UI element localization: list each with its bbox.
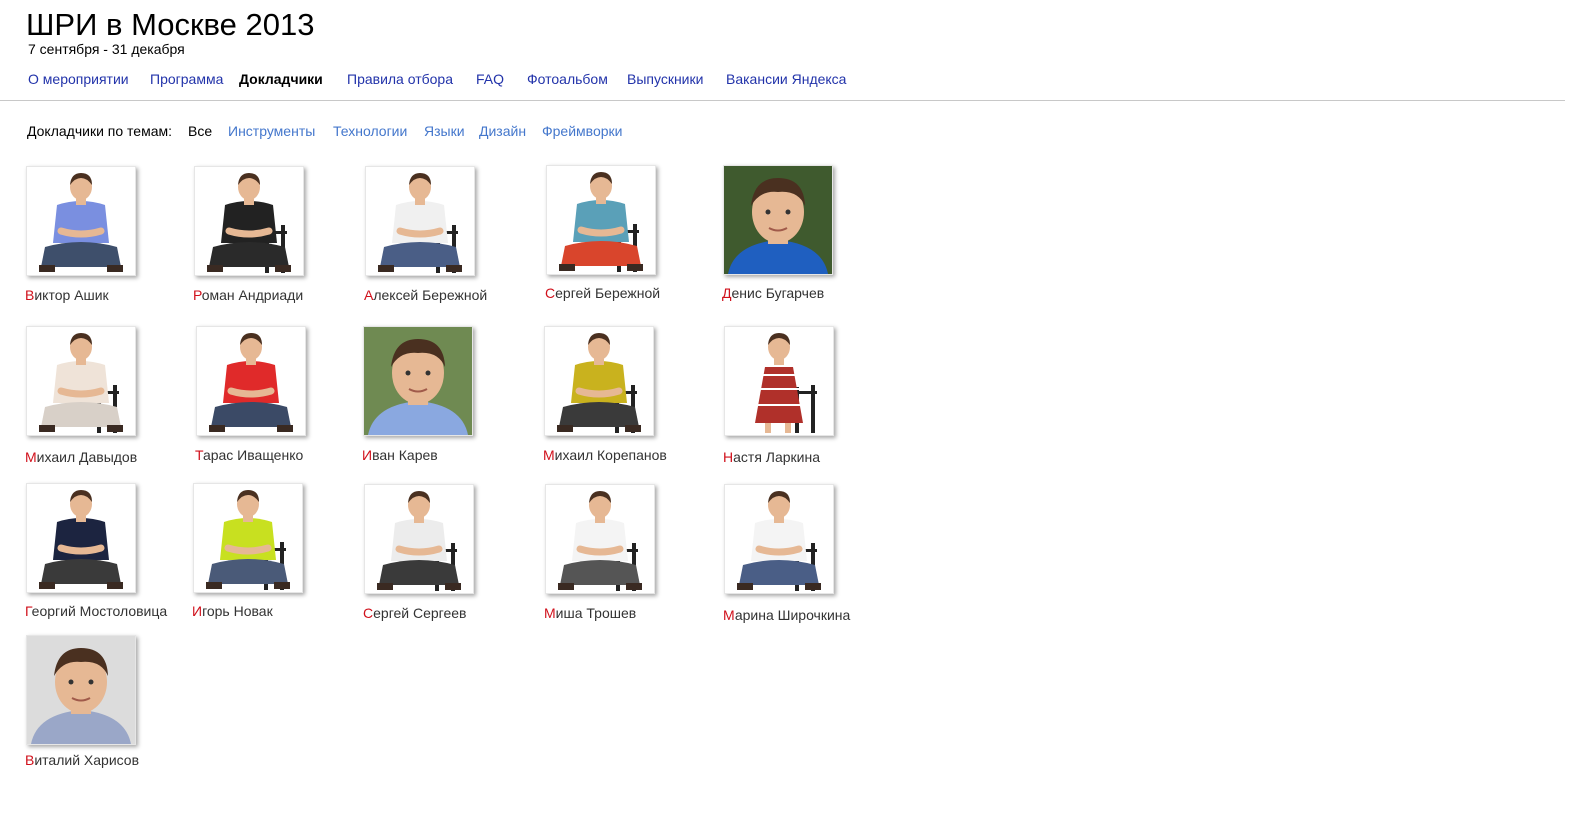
speaker-name[interactable]: Сергей Бережной bbox=[545, 285, 660, 301]
nav-item-about[interactable]: О мероприятии bbox=[28, 70, 129, 88]
speaker-name-rest: италий Харисов bbox=[34, 752, 140, 768]
filter-all: Все bbox=[188, 123, 213, 139]
filters-label: Докладчики по темам: bbox=[27, 123, 173, 139]
speaker-name-initial: Т bbox=[195, 447, 203, 463]
speaker-card[interactable]: Алексей Бережной bbox=[364, 166, 539, 306]
speaker-card[interactable]: Георгий Мостоловица bbox=[25, 483, 200, 623]
speaker-name[interactable]: Георгий Мостоловица bbox=[25, 603, 167, 619]
speaker-photo[interactable] bbox=[193, 483, 303, 593]
nav-item-faq[interactable]: FAQ bbox=[476, 70, 504, 88]
speaker-card[interactable]: Сергей Бережной bbox=[545, 165, 720, 305]
speaker-name-rest: оман Андриади bbox=[201, 287, 304, 303]
filter-design[interactable]: Дизайн bbox=[479, 122, 526, 140]
filter-technologies[interactable]: Технологии bbox=[333, 122, 407, 140]
speaker-photo[interactable] bbox=[196, 326, 306, 436]
speaker-name[interactable]: Роман Андриади bbox=[193, 287, 303, 303]
filter-tools[interactable]: Инструменты bbox=[228, 122, 315, 140]
speaker-name[interactable]: Алексей Бережной bbox=[364, 287, 487, 303]
nav-item-graduates[interactable]: Выпускники bbox=[627, 70, 703, 88]
speaker-card[interactable]: Настя Ларкина bbox=[723, 326, 898, 466]
speaker-name-initial: С bbox=[545, 285, 556, 301]
speaker-photo[interactable] bbox=[724, 484, 834, 594]
speaker-name-initial: Р bbox=[193, 287, 202, 303]
speaker-card[interactable]: Виталий Харисов bbox=[25, 635, 200, 775]
event-dates: 7 сентября - 31 декабря bbox=[28, 41, 185, 57]
speaker-name-rest: иктор Ашик bbox=[34, 287, 109, 303]
speaker-card[interactable]: Михаил Давыдов bbox=[25, 326, 200, 466]
speaker-photo[interactable] bbox=[363, 326, 473, 436]
speaker-name-rest: ван Карев bbox=[372, 447, 438, 463]
speaker-name-rest: астя Ларкина bbox=[733, 449, 821, 465]
speaker-photo[interactable] bbox=[26, 483, 136, 593]
speaker-photo[interactable] bbox=[546, 165, 656, 275]
speaker-name-rest: арина Широчкина bbox=[734, 607, 851, 623]
speaker-name[interactable]: Виталий Харисов bbox=[25, 752, 139, 768]
speaker-card[interactable]: Марина Широчкина bbox=[723, 484, 898, 624]
speaker-name[interactable]: Сергей Сергеев bbox=[363, 605, 466, 621]
speaker-name-initial: А bbox=[364, 287, 374, 303]
speaker-name-initial: В bbox=[25, 752, 35, 768]
speaker-photo[interactable] bbox=[26, 166, 136, 276]
speaker-name[interactable]: Настя Ларкина bbox=[723, 449, 820, 465]
speaker-photo[interactable] bbox=[544, 326, 654, 436]
speaker-photo[interactable] bbox=[194, 166, 304, 276]
nav-item-selection-rules[interactable]: Правила отбора bbox=[347, 70, 453, 88]
speaker-card[interactable]: Миша Трошев bbox=[544, 484, 719, 624]
speaker-name-initial: С bbox=[363, 605, 374, 621]
speaker-card[interactable]: Тарас Иващенко bbox=[195, 326, 370, 466]
speaker-photo[interactable] bbox=[365, 166, 475, 276]
speaker-name[interactable]: Тарас Иващенко bbox=[195, 447, 303, 463]
speaker-name-rest: иша Трошев bbox=[555, 605, 637, 621]
speaker-photo[interactable] bbox=[26, 326, 136, 436]
speaker-name[interactable]: Игорь Новак bbox=[192, 603, 273, 619]
speaker-name[interactable]: Виктор Ашик bbox=[25, 287, 109, 303]
site-title: ШРИ в Москве 2013 bbox=[26, 7, 315, 42]
speaker-name[interactable]: Марина Широчкина bbox=[723, 607, 850, 623]
speaker-photo[interactable] bbox=[26, 635, 136, 745]
filter-languages[interactable]: Языки bbox=[424, 122, 465, 140]
speaker-name-rest: ергей Сергеев bbox=[373, 605, 467, 621]
speaker-name[interactable]: Иван Карев bbox=[362, 447, 438, 463]
speaker-card[interactable]: Сергей Сергеев bbox=[363, 484, 538, 624]
speaker-name[interactable]: Миша Трошев bbox=[544, 605, 636, 621]
speaker-name-initial: Г bbox=[25, 603, 32, 619]
speaker-photo[interactable] bbox=[364, 484, 474, 594]
speaker-name-rest: арас Иващенко bbox=[202, 447, 304, 463]
speaker-name[interactable]: Михаил Корепанов bbox=[543, 447, 667, 463]
speaker-name[interactable]: Денис Бугарчев bbox=[722, 285, 824, 301]
speaker-name-initial: М bbox=[723, 607, 735, 623]
speaker-card[interactable]: Иван Карев bbox=[362, 326, 537, 466]
speaker-name-initial: В bbox=[25, 287, 35, 303]
speaker-name-initial: М bbox=[544, 605, 556, 621]
speaker-name-rest: енис Бугарчев bbox=[731, 285, 825, 301]
speaker-name-initial: И bbox=[362, 447, 373, 463]
speaker-card[interactable]: Роман Андриади bbox=[193, 166, 368, 306]
speaker-card[interactable]: Игорь Новак bbox=[192, 483, 367, 623]
speaker-name-rest: горь Новак bbox=[202, 603, 273, 619]
speaker-name-initial: М bbox=[543, 447, 555, 463]
speaker-name-initial: М bbox=[25, 449, 37, 465]
speaker-name-rest: лексей Бережной bbox=[373, 287, 488, 303]
speaker-photo[interactable] bbox=[545, 484, 655, 594]
filter-frameworks[interactable]: Фреймворки bbox=[542, 122, 622, 140]
speaker-card[interactable]: Виктор Ашик bbox=[25, 166, 200, 306]
speaker-name-initial: И bbox=[192, 603, 203, 619]
speaker-name[interactable]: Михаил Давыдов bbox=[25, 449, 137, 465]
nav-item-speakers[interactable]: Докладчики bbox=[239, 70, 323, 88]
speaker-name-rest: ергей Бережной bbox=[555, 285, 661, 301]
speaker-name-initial: Н bbox=[723, 449, 734, 465]
topic-filters: Докладчики по темам: Все Инструменты Тех… bbox=[0, 122, 1573, 140]
nav-item-program[interactable]: Программа bbox=[150, 70, 223, 88]
nav-item-photo-album[interactable]: Фотоальбом bbox=[527, 70, 608, 88]
speaker-card[interactable]: Михаил Корепанов bbox=[543, 326, 718, 466]
main-nav: О мероприятии Программа Докладчики Прави… bbox=[0, 70, 1573, 88]
speaker-name-rest: ихаил Корепанов bbox=[554, 447, 667, 463]
speaker-card[interactable]: Денис Бугарчев bbox=[722, 165, 897, 305]
speaker-name-rest: еоргий Мостоловица bbox=[31, 603, 168, 619]
nav-item-yandex-jobs[interactable]: Вакансии Яндекса bbox=[726, 70, 846, 88]
speaker-photo[interactable] bbox=[723, 165, 833, 275]
speaker-name-rest: ихаил Давыдов bbox=[36, 449, 138, 465]
header-divider bbox=[0, 100, 1565, 101]
speaker-photo[interactable] bbox=[724, 326, 834, 436]
